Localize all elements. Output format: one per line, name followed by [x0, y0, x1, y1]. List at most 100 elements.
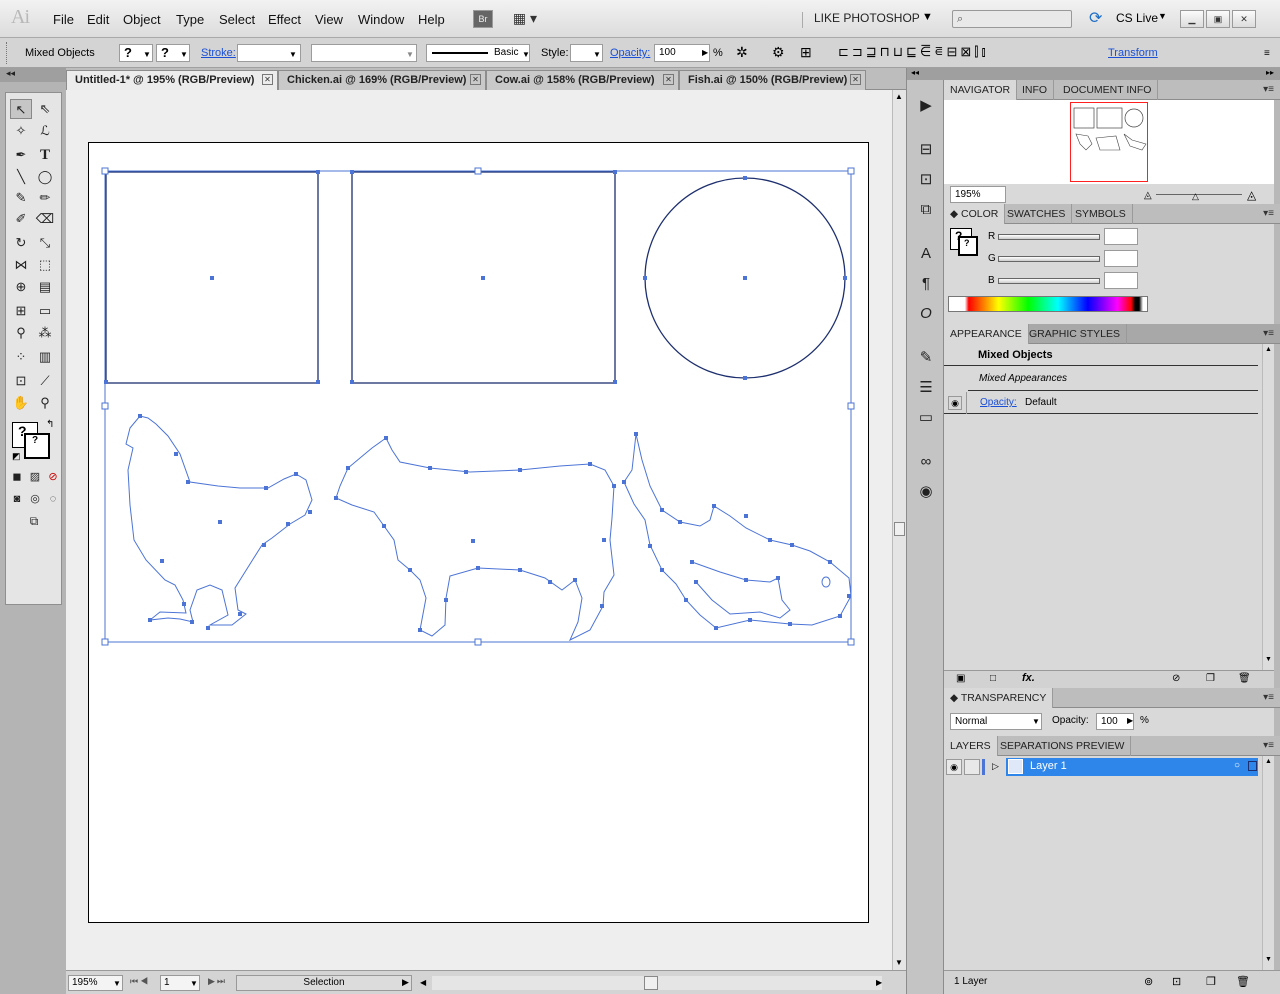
workspace-switcher[interactable]: LIKE PHOTOSHOP	[814, 11, 920, 25]
fish-eye[interactable]	[821, 576, 831, 588]
selection-handle[interactable]	[101, 402, 109, 410]
clipping-mask-icon[interactable]: ⊡	[1172, 975, 1181, 988]
tab-symbols[interactable]: SYMBOLS	[1069, 204, 1133, 224]
chevron-down-icon[interactable]: ▼	[406, 50, 414, 59]
scroll-up-icon[interactable]: ▲	[895, 92, 903, 101]
scroll-up-icon[interactable]: ▲	[1265, 758, 1272, 765]
align-selection-icon[interactable]: ⊞	[800, 44, 812, 61]
stroke-color-swatch[interactable]: ?	[24, 433, 50, 459]
navigator-zoom-field[interactable]: 195%	[950, 186, 1006, 203]
eraser-tool-icon[interactable]: ⌫	[34, 209, 56, 229]
layer-row[interactable]: ◉ ▷ Layer 1 ○	[944, 758, 1258, 776]
draw-inside-icon[interactable]: ◌	[44, 489, 62, 509]
stroke-label[interactable]: Stroke:	[201, 47, 236, 59]
chevron-down-icon[interactable]: ▼	[180, 50, 188, 59]
tab-separations-preview[interactable]: SEPARATIONS PREVIEW	[994, 736, 1132, 756]
tab-appearance[interactable]: APPEARANCE	[944, 324, 1029, 344]
line-tool-icon[interactable]: ╲	[10, 167, 32, 187]
clear-appearance-icon[interactable]: ⊘	[1172, 673, 1180, 684]
channel-g-field[interactable]	[1104, 250, 1138, 267]
layer-highlight[interactable]: Layer 1 ○	[1006, 758, 1258, 776]
transform-link[interactable]: Transform	[1108, 47, 1158, 59]
trash-icon[interactable]: 🗑	[1236, 975, 1250, 988]
tab-document-info[interactable]: DOCUMENT INFO	[1057, 80, 1159, 100]
paragraph-panel-icon[interactable]: ¶	[915, 274, 937, 294]
column-graph-tool-icon[interactable]: ▥	[34, 347, 56, 367]
appearance-opacity-row[interactable]: ◉ Opacity: Default	[944, 392, 1258, 414]
menu-file[interactable]: File	[53, 12, 74, 27]
appearance-opacity-label[interactable]: Opacity:	[980, 397, 1017, 408]
close-window-button[interactable]: ✕	[1232, 10, 1256, 28]
appearance-mixed-row[interactable]: Mixed Appearances	[968, 367, 1258, 391]
opacity-label[interactable]: Opacity:	[610, 47, 650, 59]
close-icon[interactable]: ✕	[262, 74, 273, 85]
tab-info[interactable]: INFO	[1016, 80, 1055, 100]
menu-window[interactable]: Window	[358, 12, 404, 27]
type-tool-icon[interactable]: T	[34, 145, 56, 165]
gradient-panel-icon[interactable]: ▭	[915, 408, 937, 428]
arrange-documents-icon[interactable]: ▦ ▾	[508, 10, 542, 28]
canvas-area[interactable]	[66, 90, 892, 970]
chevron-down-icon[interactable]: ▼	[522, 50, 530, 59]
panel-menu-icon[interactable]: ▾≡	[1263, 740, 1274, 751]
selection-indicator[interactable]	[1248, 761, 1257, 771]
blob-brush-tool-icon[interactable]: ✐	[10, 209, 32, 229]
default-colors-icon[interactable]: ◩	[12, 451, 21, 462]
panel-menu-icon[interactable]: ▾≡	[1263, 328, 1274, 339]
chevron-down-icon[interactable]: ▼	[922, 11, 933, 23]
align-icons[interactable]: ⊏⊐⊒⊓⊔⊑⋶⋷⊟⊠⫿⫾	[838, 44, 989, 60]
chevron-right-icon[interactable]: ▶	[1127, 716, 1133, 725]
image-trace-icon[interactable]: ◉	[915, 482, 937, 502]
chevron-down-icon[interactable]: ▼	[113, 979, 121, 988]
cslive-button[interactable]: CS Live	[1116, 11, 1158, 25]
scroll-down-icon[interactable]: ▼	[1265, 656, 1272, 663]
expand-icon[interactable]: ◂◂	[907, 68, 944, 80]
add-stroke-icon[interactable]: ▣	[956, 673, 965, 684]
shape-builder-tool-icon[interactable]: ⊕	[10, 277, 32, 297]
ellipse-tool-icon[interactable]: ◯	[34, 167, 56, 187]
scale-tool-icon[interactable]: ⤡	[34, 233, 56, 253]
actions-panel-icon[interactable]: ▶	[915, 96, 937, 116]
rotate-tool-icon[interactable]: ↻	[10, 233, 32, 253]
tab-chicken[interactable]: Chicken.ai @ 169% (RGB/Preview) ✕	[278, 70, 486, 90]
recolor-icon[interactable]: ✲	[736, 44, 748, 61]
scroll-up-icon[interactable]: ▲	[1265, 346, 1272, 353]
paintbrush-tool-icon[interactable]: ✎	[10, 188, 32, 208]
variable-width-select[interactable]	[311, 44, 417, 62]
first-prev-artboard-icon[interactable]: ⏮◀	[130, 976, 150, 987]
draw-normal-icon[interactable]: ◙	[8, 489, 26, 509]
eye-icon[interactable]: ◉	[948, 396, 962, 410]
chevron-down-icon[interactable]: ▼	[143, 50, 151, 59]
search-input[interactable]: ⌕	[952, 10, 1072, 28]
mesh-tool-icon[interactable]: ⊞	[10, 301, 32, 321]
locate-object-icon[interactable]: ⊚	[1144, 975, 1153, 988]
opentype-panel-icon[interactable]: O	[915, 304, 937, 324]
blend-tool-icon[interactable]: ⁂	[34, 323, 56, 343]
close-icon[interactable]: ✕	[850, 74, 861, 85]
swap-fill-stroke-icon[interactable]: ↰	[46, 419, 54, 430]
bridge-button[interactable]: Br	[473, 10, 493, 28]
panel-menu-icon[interactable]: ≡	[1264, 48, 1270, 59]
tab-fish[interactable]: Fish.ai @ 150% (RGB/Preview) ✕	[679, 70, 866, 90]
collapse-icon[interactable]: ◂◂	[6, 68, 15, 79]
minimize-button[interactable]: ▁	[1180, 10, 1204, 28]
chevron-down-icon[interactable]: ▼	[593, 50, 601, 59]
maximize-button[interactable]: ▣	[1206, 10, 1230, 28]
align-panel-icon[interactable]: ⊟	[915, 140, 937, 160]
close-icon[interactable]: ✕	[663, 74, 674, 85]
trash-icon[interactable]: 🗑	[1238, 673, 1251, 684]
navigator-body[interactable]: 195% ◬ △ ◬	[944, 100, 1274, 204]
selection-bounding-box[interactable]	[104, 170, 852, 643]
tab-untitled[interactable]: Untitled-1* @ 195% (RGB/Preview) ✕	[66, 70, 278, 90]
artwork[interactable]	[66, 90, 892, 970]
symbol-sprayer-tool-icon[interactable]: ⁘	[10, 347, 32, 367]
eyedropper-tool-icon[interactable]: ⚲	[10, 323, 32, 343]
menu-select[interactable]: Select	[219, 12, 255, 27]
stroke-panel-icon[interactable]: ☰	[915, 378, 937, 398]
selection-handle[interactable]	[847, 402, 855, 410]
scroll-thumb[interactable]	[894, 522, 905, 536]
selection-handle[interactable]	[101, 167, 109, 175]
channel-r-field[interactable]	[1104, 228, 1138, 245]
transform-panel-icon[interactable]: ⊡	[915, 170, 937, 190]
hand-tool-icon[interactable]: ✋	[10, 393, 32, 413]
